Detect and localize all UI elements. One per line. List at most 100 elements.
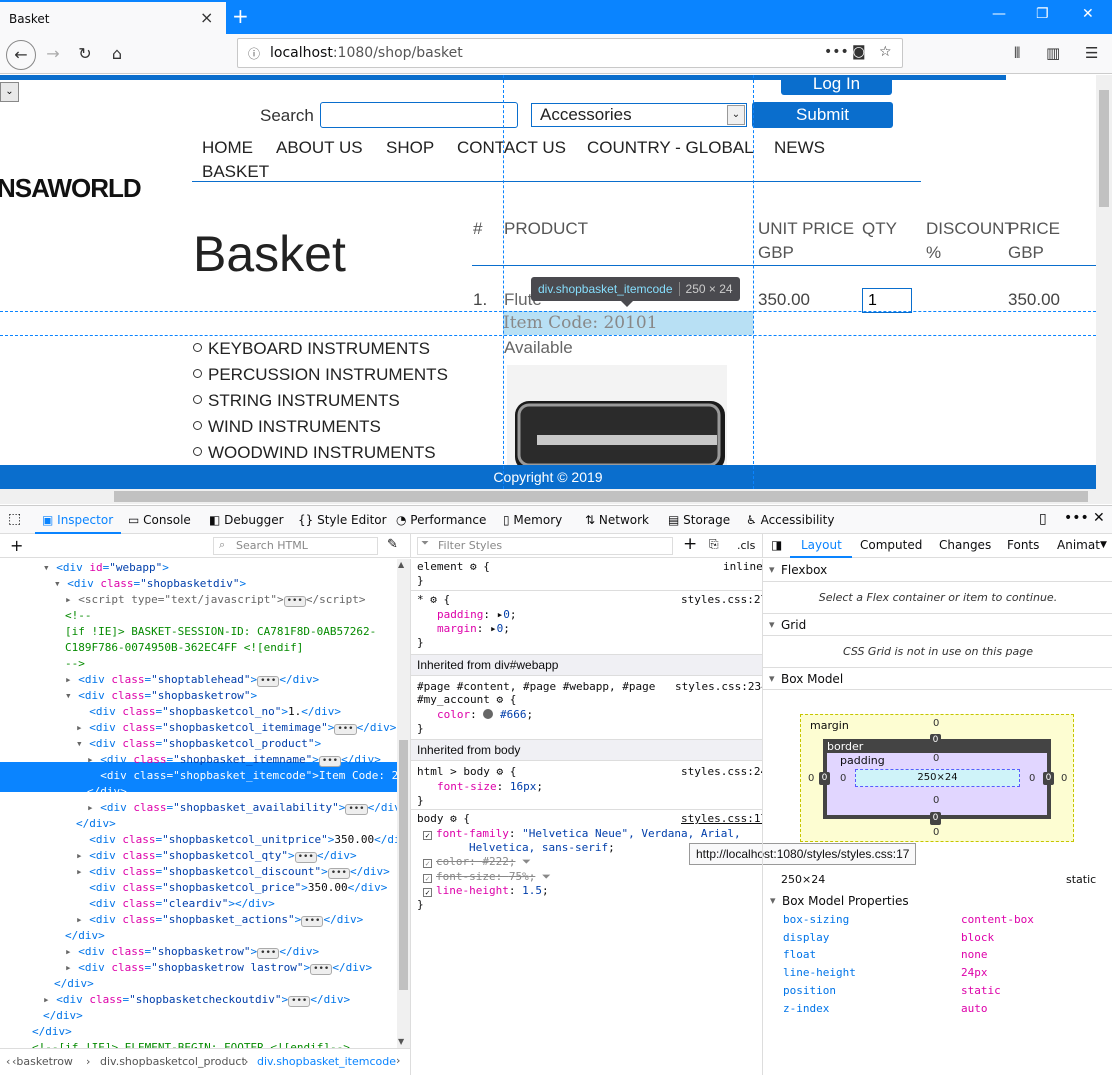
markup-view[interactable]: ▾ <div id="webapp"> ▾ <div class="shopbas… [0, 559, 397, 1048]
filter-icon[interactable]: ⏷ [542, 870, 551, 883]
markup-scroll-thumb[interactable] [399, 740, 408, 990]
reload-icon[interactable]: ↻ [72, 42, 98, 68]
breadcrumb-right-icon[interactable]: › [396, 1054, 400, 1067]
category-select[interactable]: Accessories ⌄ [531, 103, 747, 127]
category-wind[interactable]: WIND INSTRUMENTS [193, 417, 381, 437]
markup-comment[interactable]: --> [65, 656, 85, 672]
close-tab-icon[interactable]: × [200, 8, 213, 27]
minimize-icon[interactable]: — [992, 6, 1006, 22]
menu-contact-us[interactable]: CONTACT US [457, 138, 566, 158]
maximize-icon[interactable]: ❐ [1036, 6, 1049, 22]
markup-close-tag[interactable]: </div> [65, 928, 105, 944]
markup-node[interactable]: ▾ <div class="shopbasketrow"> [65, 688, 257, 704]
markup-node[interactable]: ▸ <div class="shopbasketcol_discount"> ••… [76, 864, 390, 880]
rule-source[interactable]: styles.css:24 [681, 765, 762, 779]
tab-layout[interactable]: Layout [801, 538, 842, 552]
rule-declaration[interactable]: font-size: 16px; [437, 780, 543, 794]
breadcrumb-item-current[interactable]: div.shopbasket_itemcode [257, 1055, 396, 1068]
eyedropper-icon[interactable]: ✎ [387, 537, 398, 552]
product-image[interactable] [507, 365, 727, 471]
box-model-section[interactable]: Box Model [763, 667, 1112, 690]
tab-memory[interactable]: ▯ Memory [503, 513, 562, 527]
sidebar-toggle-icon[interactable]: ◨ [771, 538, 782, 552]
scroll-down-icon[interactable]: ▼ [398, 1037, 404, 1046]
markup-node[interactable]: <div class="shopbasketcol_unitprice">350… [76, 832, 397, 848]
search-input[interactable] [320, 102, 518, 128]
tab-storage[interactable]: ▤ Storage [668, 513, 730, 527]
markup-close-tag[interactable]: </div> [43, 1008, 83, 1024]
margin-right-value[interactable]: 0 [1061, 773, 1067, 784]
box-model-content[interactable]: 250×24 [855, 769, 1020, 787]
language-dropdown[interactable]: ⌄ [0, 82, 19, 102]
padding-right-value[interactable]: 0 [1029, 773, 1035, 784]
flexbox-section[interactable]: Flexbox [763, 559, 1112, 582]
markup-node[interactable]: ▸ <div class="shopbasketcol_itemimage"> •… [76, 720, 396, 736]
markup-close-tag[interactable]: </div> [32, 1024, 72, 1040]
gear-icon[interactable]: ⚙ [450, 812, 457, 825]
margin-bottom-value[interactable]: 0 [933, 827, 939, 838]
tab-debugger[interactable]: ◧ Debugger [209, 513, 284, 527]
menu-country[interactable]: COUNTRY - GLOBAL [587, 138, 754, 158]
checkbox[interactable]: ✓ [423, 859, 432, 868]
markup-node[interactable]: ▸ <script type="text/javascript"> ••• </sc… [65, 592, 365, 608]
rule-declaration-overridden[interactable]: ✓ color: #222; ⏷ [423, 855, 531, 869]
submit-button[interactable]: Submit [752, 102, 893, 128]
markup-node[interactable]: <div class="shopbasket_itemcode">Item Co… [87, 768, 397, 784]
gear-icon[interactable]: ⚙ [470, 560, 477, 573]
border-left-value[interactable]: 0 [819, 772, 830, 785]
tab-inspector[interactable]: ▣ Inspector [42, 513, 113, 527]
breadcrumb-left-icon[interactable]: ‹ [6, 1055, 10, 1068]
rule-source[interactable]: styles.css:17 [681, 812, 762, 826]
rule-declaration[interactable]: ✓ line-height: 1.5; [423, 884, 549, 898]
rule-declaration[interactable]: padding: ▸0; [437, 608, 516, 622]
margin-left-value[interactable]: 0 [808, 773, 814, 784]
markup-node[interactable]: ▾ <div id="webapp"> [43, 560, 169, 576]
home-icon[interactable]: ⌂ [104, 42, 130, 68]
markup-node[interactable]: ▸ <div class="shoptablehead"> ••• </div> [65, 672, 319, 688]
rule-source[interactable]: inline [723, 560, 762, 574]
rule-declaration[interactable]: margin: ▸0; [437, 622, 510, 636]
margin-top-value[interactable]: 0 [933, 718, 939, 729]
menu-basket[interactable]: BASKET [202, 162, 269, 182]
markup-comment[interactable]: [if !IE]> BASKET-SESSION-ID: CA781F8D-0A… [65, 624, 376, 640]
scroll-up-icon[interactable]: ▲ [398, 560, 404, 569]
tab-changes[interactable]: Changes [939, 538, 991, 552]
markup-node[interactable]: ▸ <div class="shopbasket_itemname"> ••• </… [87, 752, 381, 768]
box-model-properties-header[interactable]: Box Model Properties [782, 894, 909, 908]
add-rule-icon[interactable]: + [683, 534, 697, 554]
category-string[interactable]: STRING INSTRUMENTS [193, 391, 400, 411]
markup-comment[interactable]: <!--[if !IE]> ELEMENT-BEGIN: FOOTER <![e… [32, 1040, 350, 1048]
markup-node[interactable]: ▾ <div class="shopbasketdiv"> [54, 576, 246, 592]
markup-comment[interactable]: <!-- [65, 608, 92, 624]
new-tab-icon[interactable]: + [232, 4, 249, 28]
info-icon[interactable]: ⓘ [248, 45, 260, 62]
markup-node[interactable]: <div class="shopbasketcol_no">1.</div> [76, 704, 341, 720]
page-vertical-scroll-thumb[interactable] [1099, 90, 1109, 207]
markup-close-tag[interactable]: </div> [54, 976, 94, 992]
rule-declaration[interactable]: ✓ font-family: "Helvetica Neue", Verdana,… [423, 827, 741, 841]
rule-source[interactable]: styles.css:234 [675, 680, 762, 694]
tab-network[interactable]: ⇅ Network [585, 513, 649, 527]
menu-news[interactable]: NEWS [774, 138, 825, 158]
markup-node[interactable]: ▸ <div class="shopbasket_availability"> •… [87, 800, 397, 816]
border-bottom-value[interactable]: 0 [930, 812, 941, 825]
checkbox[interactable]: ✓ [423, 831, 432, 840]
padding-left-value[interactable]: 0 [840, 773, 846, 784]
category-percussion[interactable]: PERCUSSION INSTRUMENTS [193, 365, 448, 385]
markup-node[interactable]: ▸ <div class="shopbasketcol_qty"> ••• </di… [76, 848, 357, 864]
menu-home[interactable]: HOME [202, 138, 253, 158]
markup-close-tag[interactable]: </div> [76, 816, 116, 832]
tab-console[interactable]: ▭ Console [128, 513, 191, 527]
checkbox[interactable]: ✓ [423, 874, 432, 883]
gear-icon[interactable]: ⚙ [496, 693, 503, 706]
border-right-value[interactable]: 0 [1043, 772, 1054, 785]
border-top-value[interactable]: 0 [930, 734, 941, 747]
filter-icon[interactable]: ⏷ [522, 855, 531, 868]
grid-section[interactable]: Grid [763, 613, 1112, 636]
checkbox[interactable]: ✓ [423, 888, 432, 897]
chevron-down-icon[interactable]: ▼ [1100, 540, 1107, 550]
padding-top-value[interactable]: 0 [933, 753, 939, 764]
rule-declaration[interactable]: color: #666; [437, 708, 533, 722]
gear-icon[interactable]: ⚙ [430, 593, 437, 606]
pocket-icon[interactable]: ◙ [852, 44, 866, 60]
